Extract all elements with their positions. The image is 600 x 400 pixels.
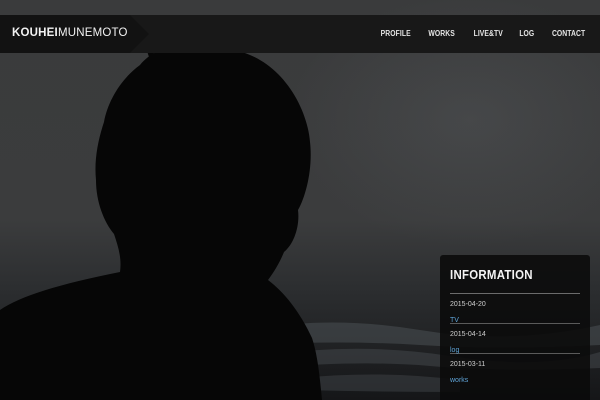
site-logo[interactable]: KOUHEIMUNEMOTO — [12, 27, 128, 39]
nav-item-works[interactable]: WORKS — [429, 29, 455, 38]
logo-arrow-shape — [130, 15, 149, 53]
information-item: 2015-04-14 log — [450, 324, 580, 354]
information-panel: INFORMATION 2015-04-20 TV 2015-04-14 log… — [440, 255, 590, 400]
logo-first-name: KOUHEI — [12, 27, 58, 39]
information-title: INFORMATION — [450, 267, 533, 282]
nav-item-profile[interactable]: PROFILE — [381, 29, 411, 38]
logo-block: KOUHEIMUNEMOTO — [0, 15, 130, 53]
nav-item-live-tv[interactable]: LIVE&TV — [473, 29, 502, 38]
nav-item-contact[interactable]: CONTACT — [552, 29, 585, 38]
information-item: 2015-04-20 TV — [450, 294, 580, 324]
information-category-link[interactable]: log — [450, 346, 459, 355]
nav-item-log[interactable]: LOG — [519, 29, 534, 38]
information-item: 2015-03-11 works — [450, 354, 580, 384]
logo-last-name: MUNEMOTO — [57, 27, 128, 39]
site-header: KOUHEIMUNEMOTO PROFILE WORKS LIVE&TV LOG… — [0, 15, 600, 53]
information-category-link[interactable]: works — [450, 376, 468, 385]
main-nav: PROFILE WORKS LIVE&TV LOG CONTACT — [378, 29, 588, 38]
information-date: 2015-04-14 — [450, 331, 486, 338]
information-date: 2015-03-11 — [450, 361, 486, 368]
information-date: 2015-04-20 — [450, 301, 486, 308]
information-category-link[interactable]: TV — [450, 316, 459, 325]
